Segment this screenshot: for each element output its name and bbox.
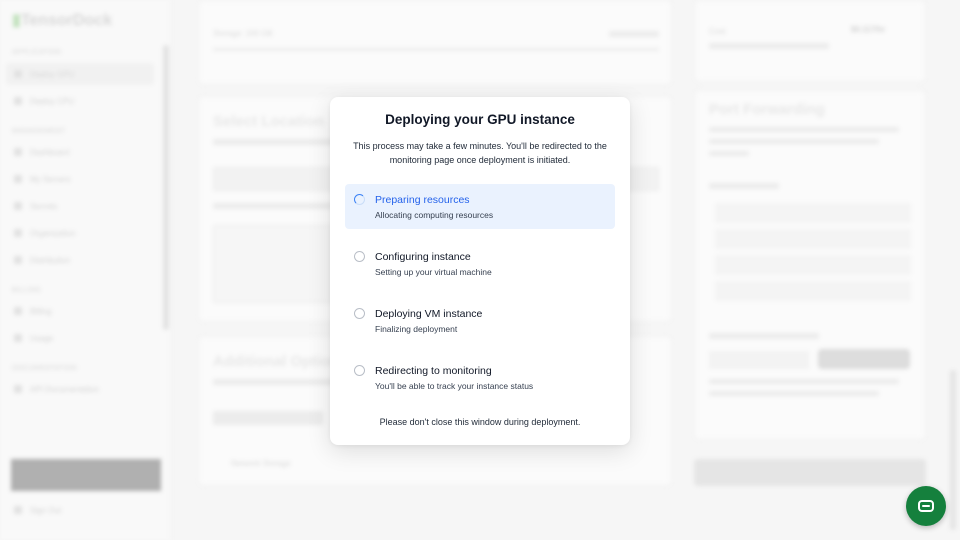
step-configuring-instance: Configuring instance Setting up your vir… xyxy=(345,241,615,286)
step-subtitle: Finalizing deployment xyxy=(375,324,458,334)
deployment-modal: Deploying your GPU instance This process… xyxy=(330,97,630,445)
chat-button[interactable] xyxy=(906,486,946,526)
step-subtitle: You'll be able to track your instance st… xyxy=(375,381,534,391)
step-title: Deploying VM instance xyxy=(375,308,483,320)
step-subtitle: Allocating computing resources xyxy=(375,210,494,220)
modal-description: This process may take a few minutes. You… xyxy=(353,141,607,165)
circle-icon xyxy=(354,365,365,376)
step-title: Redirecting to monitoring xyxy=(375,365,492,377)
step-subtitle: Setting up your virtual machine xyxy=(375,267,492,277)
step-title: Configuring instance xyxy=(375,251,471,263)
step-title: Preparing resources xyxy=(375,194,470,206)
modal-footer-note: Please don't close this window during de… xyxy=(379,417,581,427)
circle-icon xyxy=(354,251,365,262)
modal-title: Deploying your GPU instance xyxy=(385,112,575,127)
chat-icon xyxy=(918,500,934,512)
step-deploying-vm: Deploying VM instance Finalizing deploym… xyxy=(345,298,615,343)
step-redirecting: Redirecting to monitoring You'll be able… xyxy=(345,355,615,400)
circle-icon xyxy=(354,308,365,319)
step-preparing-resources: Preparing resources Allocating computing… xyxy=(345,184,615,229)
spinner-icon xyxy=(354,194,365,205)
